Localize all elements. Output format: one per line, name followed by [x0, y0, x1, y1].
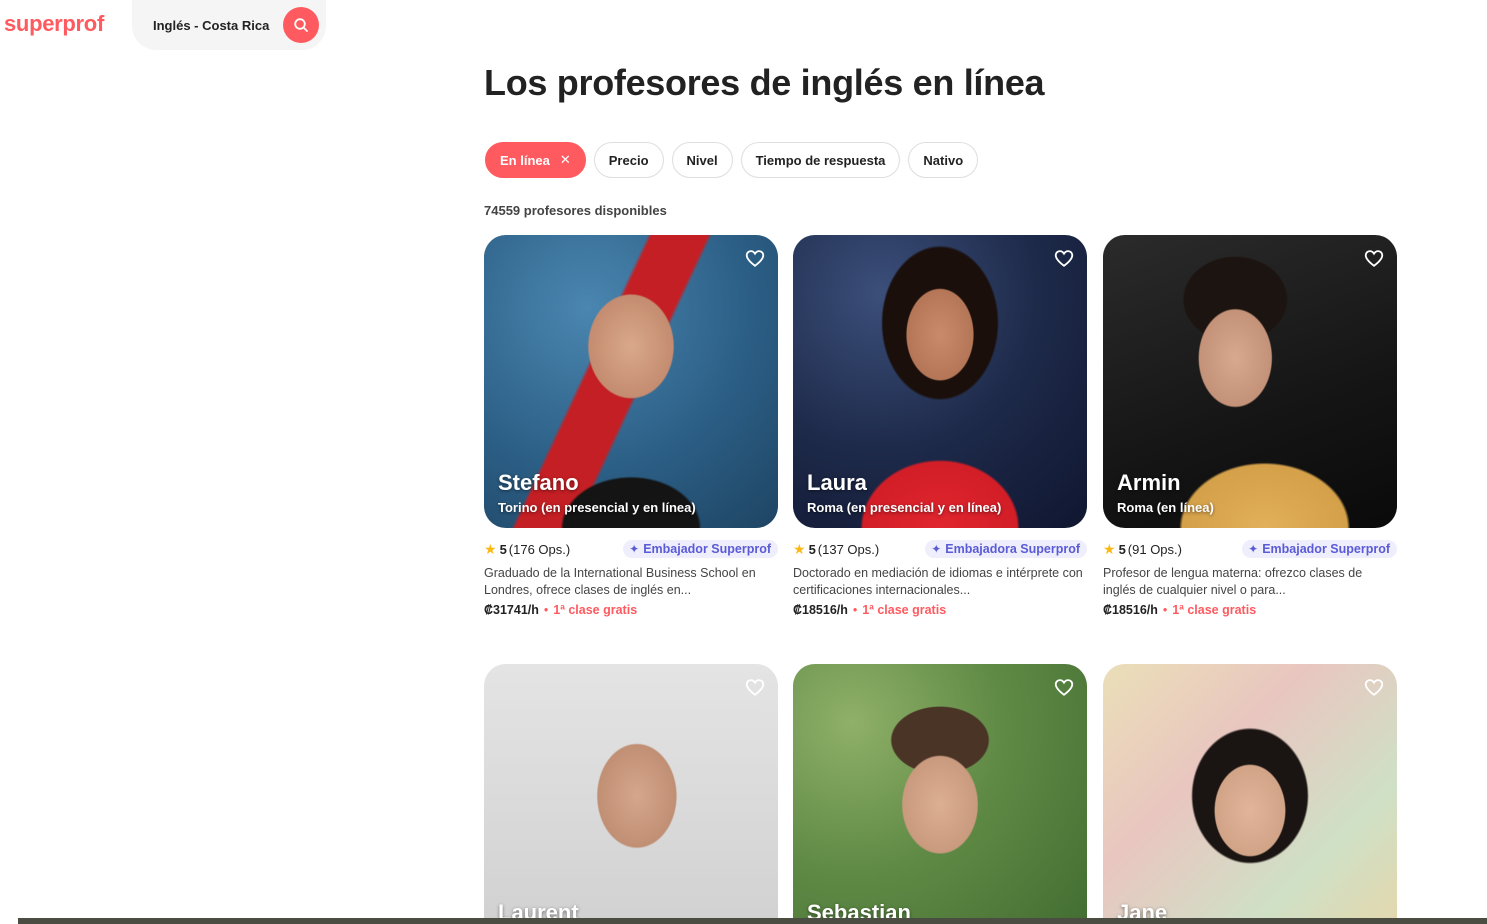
ambassador-badge: ✦ Embajadora Superprof	[925, 540, 1087, 558]
tutor-description: Doctorado en mediación de idiomas e inté…	[793, 566, 1083, 597]
tutor-card[interactable]: Armin Roma (en línea) ★ 5 (91 Ops.) ✦ Embaj…	[1103, 235, 1397, 617]
close-icon[interactable]: ✕	[560, 152, 571, 168]
filter-label: En línea	[500, 152, 550, 168]
bottom-bar	[18, 918, 1487, 924]
star-icon: ★	[484, 540, 497, 557]
search-icon	[294, 18, 308, 32]
tutor-name: Armin	[1117, 470, 1181, 495]
tutor-name: Laura	[807, 470, 867, 495]
tutor-card[interactable]: Stefano Torino (en presencial y en línea…	[484, 235, 778, 617]
tutor-photo[interactable]: Laura Roma (en presencial y en línea)	[793, 235, 1087, 528]
filter-online[interactable]: En línea ✕	[485, 142, 586, 178]
filter-label: Precio	[608, 152, 649, 168]
tutor-card[interactable]: Laurent	[484, 664, 778, 924]
tutor-name: Stefano	[498, 470, 579, 495]
filter-label: Tiempo de respuesta	[755, 152, 886, 168]
sparkle-icon: ✦	[931, 542, 942, 556]
tutor-rating: ★ 5 (137 Ops.)	[793, 540, 880, 557]
tutor-description: Profesor de lengua materna: ofrezco clas…	[1103, 566, 1363, 597]
search-button[interactable]	[283, 7, 319, 43]
heart-icon[interactable]	[1053, 247, 1075, 269]
filter-native[interactable]: Nativo	[908, 142, 979, 178]
heart-icon[interactable]	[1053, 676, 1075, 698]
heart-icon[interactable]	[744, 247, 766, 269]
filter-price[interactable]: Precio	[593, 142, 664, 178]
tutor-photo[interactable]: Stefano Torino (en presencial y en línea…	[484, 235, 778, 528]
tutor-photo[interactable]: Jane	[1103, 664, 1397, 924]
tutor-photo[interactable]: Laurent	[484, 664, 778, 924]
filter-bar: En línea ✕ Precio Nivel Tiempo de respue…	[485, 142, 979, 178]
tutor-price: ₡18516/h • 1ª clase gratis	[1103, 603, 1257, 617]
results-count: 74559 profesores disponibles	[484, 203, 667, 218]
star-icon: ★	[1103, 540, 1116, 557]
search-input[interactable]: Inglés - Costa Rica	[153, 18, 269, 33]
tutor-price: ₡31741/h • 1ª clase gratis	[484, 603, 638, 617]
tutor-card[interactable]: Jane	[1103, 664, 1397, 924]
filter-response-time[interactable]: Tiempo de respuesta	[740, 142, 901, 178]
heart-icon[interactable]	[1363, 247, 1385, 269]
tutor-description: Graduado de la International Business Sc…	[484, 566, 756, 597]
tutor-location: Torino (en presencial y en línea)	[498, 500, 696, 515]
tutor-card[interactable]: Sebastian	[793, 664, 1087, 924]
heart-icon[interactable]	[1363, 676, 1385, 698]
tutor-photo[interactable]: Armin Roma (en línea)	[1103, 235, 1397, 528]
star-icon: ★	[793, 540, 806, 557]
tutor-rating: ★ 5 (176 Ops.)	[484, 540, 571, 557]
filter-level[interactable]: Nivel	[671, 142, 733, 178]
ambassador-badge: ✦ Embajador Superprof	[623, 540, 778, 558]
superprof-logo[interactable]: superprof	[4, 11, 104, 37]
tutor-location: Roma (en línea)	[1117, 500, 1214, 515]
ambassador-badge: ✦ Embajador Superprof	[1242, 540, 1397, 558]
sparkle-icon: ✦	[629, 542, 640, 556]
filter-label: Nativo	[923, 152, 964, 168]
search-bar[interactable]: Inglés - Costa Rica	[132, 0, 326, 50]
heart-icon[interactable]	[744, 676, 766, 698]
filter-label: Nivel	[686, 152, 718, 168]
tutor-card[interactable]: Laura Roma (en presencial y en línea) ★ 5…	[793, 235, 1087, 617]
page-title: Los profesores de inglés en línea	[484, 62, 1045, 103]
tutor-price: ₡18516/h • 1ª clase gratis	[793, 603, 947, 617]
tutor-location: Roma (en presencial y en línea)	[807, 500, 1002, 515]
sparkle-icon: ✦	[1248, 542, 1259, 556]
tutor-photo[interactable]: Sebastian	[793, 664, 1087, 924]
tutor-rating: ★ 5 (91 Ops.)	[1103, 540, 1182, 557]
